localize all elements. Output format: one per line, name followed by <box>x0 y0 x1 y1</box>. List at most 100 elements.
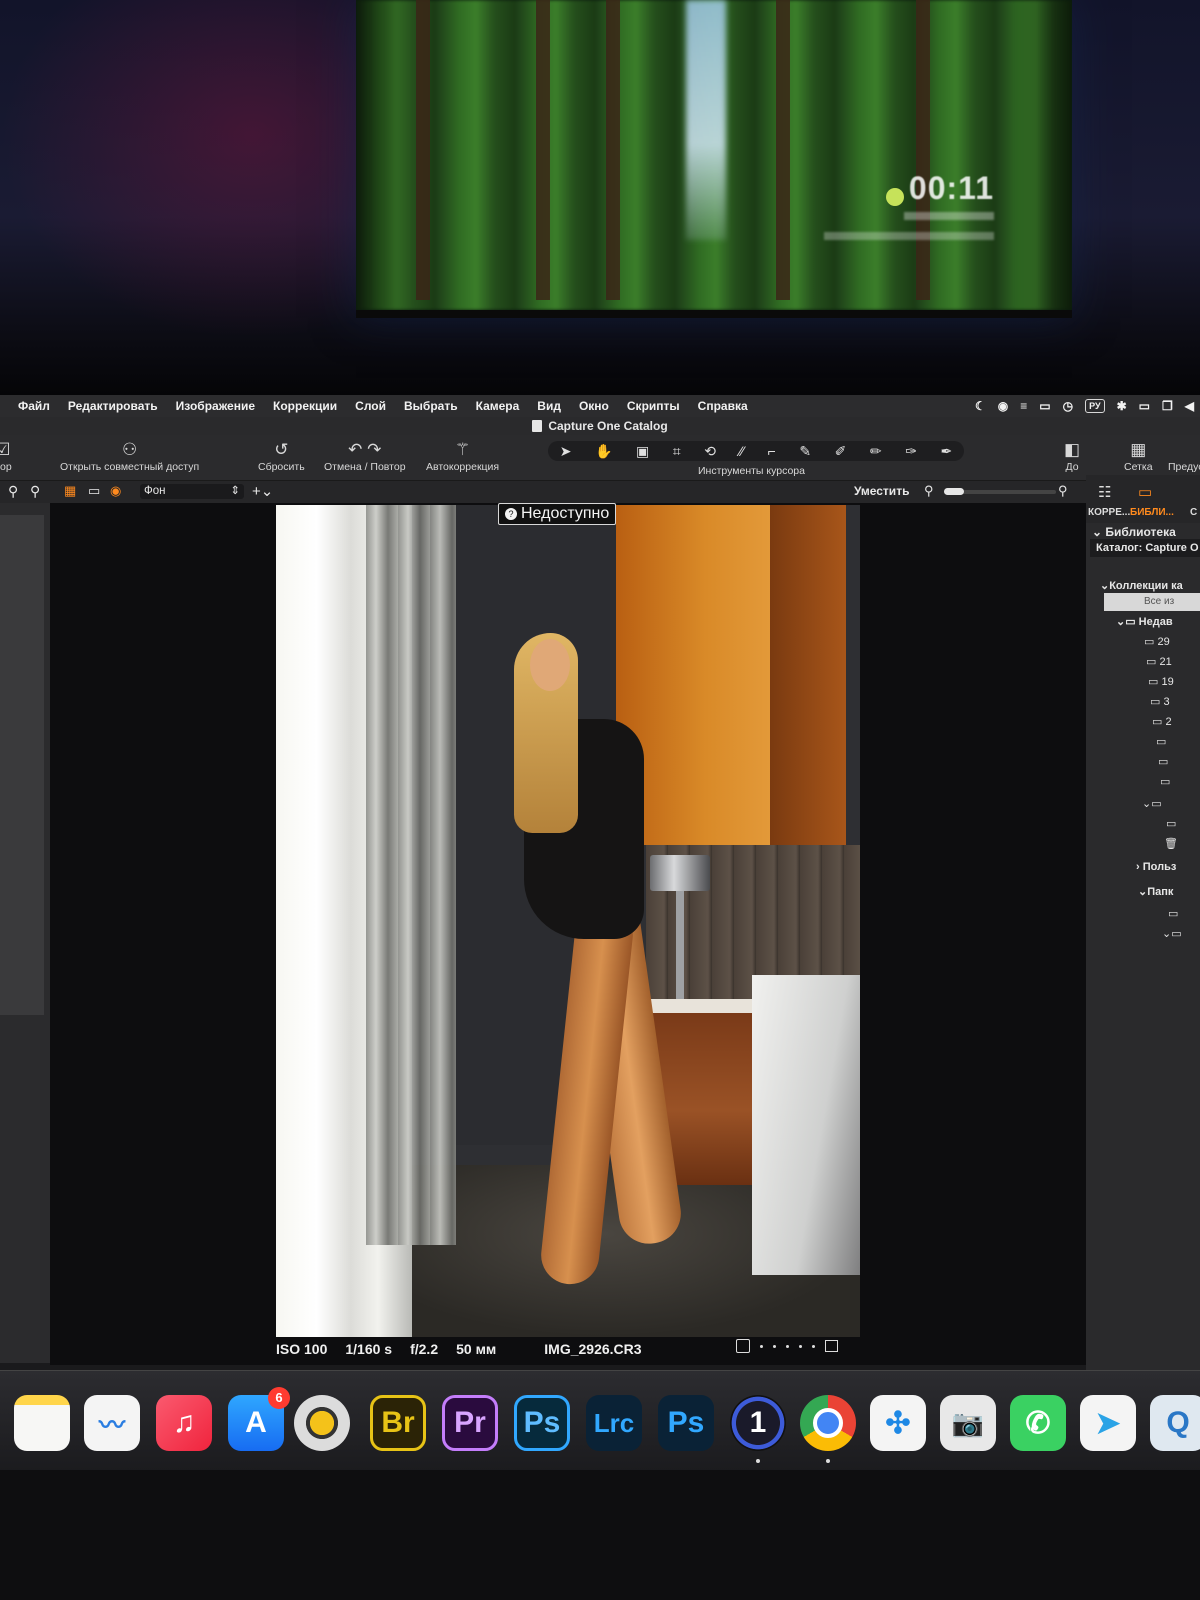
grid-button[interactable]: ▦ Сетка <box>1124 439 1153 473</box>
color-tag-checkbox[interactable] <box>736 1339 750 1353</box>
recent-row[interactable]: ⌄▭ Недав <box>1116 615 1173 628</box>
input-source[interactable]: РУ <box>1085 399 1105 413</box>
folder-item[interactable]: ▭ <box>1166 817 1176 830</box>
undo-redo-button[interactable]: ↶ ↷ Отмена / Повтор <box>324 439 406 473</box>
search-icon[interactable]: ⚲ <box>8 483 18 500</box>
recent-item[interactable]: ▭ 2 <box>1152 715 1172 728</box>
image-viewer[interactable]: ? Недоступно ISO 100 1/160 s f/2.2 50 мм … <box>50 503 1086 1365</box>
zoom-search-icon[interactable]: ⚲ <box>30 483 40 500</box>
mask-brush-icon[interactable]: ✏ <box>870 443 882 460</box>
trash-icon[interactable]: 🗑 <box>1164 837 1178 850</box>
collections-header[interactable]: ⌄Коллекции ка <box>1100 579 1183 592</box>
pan-hand-icon[interactable]: ✋ <box>595 443 612 460</box>
sliders-icon[interactable]: ☷ <box>1098 483 1111 501</box>
user-collections-row[interactable]: › Польз <box>1136 861 1176 873</box>
rating-dot[interactable] <box>760 1344 763 1348</box>
volume-icon[interactable]: ◀ <box>1185 399 1194 413</box>
play-icon[interactable]: ◉ <box>998 399 1008 413</box>
whatsapp-icon[interactable]: ✆ <box>1010 1395 1066 1451</box>
folders-row[interactable]: ⌄Папк <box>1138 885 1173 898</box>
menu-window[interactable]: Окно <box>570 399 618 413</box>
zoom-slider-knob[interactable] <box>944 488 964 495</box>
reset-button[interactable]: ↺ Сбросить <box>258 439 305 473</box>
multi-view-icon[interactable]: ▦ <box>64 483 76 499</box>
premiere-icon[interactable]: Pr <box>442 1395 498 1451</box>
list-icon[interactable] <box>825 1340 838 1352</box>
recent-item[interactable]: ▭ 19 <box>1148 675 1174 688</box>
quicktime-icon[interactable]: Q <box>1150 1395 1200 1451</box>
catalog-field[interactable]: Каталог: Capture O <box>1090 539 1200 557</box>
eraser-icon[interactable]: ✑ <box>905 443 917 460</box>
menu-edit[interactable]: Редактировать <box>59 399 167 413</box>
fit-zoom-label[interactable]: Уместить <box>854 484 909 498</box>
menu-image[interactable]: Изображение <box>167 399 264 413</box>
notes-icon[interactable] <box>14 1395 70 1451</box>
rotate-icon[interactable]: ⟲ <box>704 443 716 460</box>
rating-dot[interactable] <box>786 1344 789 1348</box>
music-icon[interactable]: ♫ <box>156 1395 212 1451</box>
bluetooth-icon[interactable]: ✱ <box>1117 399 1127 413</box>
drive-row[interactable]: ⌄▭ <box>1162 927 1182 940</box>
menu-select[interactable]: Выбрать <box>395 399 467 413</box>
rating-dot[interactable] <box>812 1344 815 1348</box>
crop-icon[interactable]: ⌗ <box>673 443 681 460</box>
tab-adjustments[interactable]: КОРРЕ... <box>1088 507 1130 518</box>
all-images-row[interactable]: Все из <box>1104 593 1200 611</box>
select-cursor-icon[interactable]: ➤ <box>560 443 572 460</box>
time-machine-icon[interactable]: ◷ <box>1063 399 1073 413</box>
preview-button[interactable]: Предус <box>1168 439 1200 473</box>
freeform-icon[interactable]: 〰 <box>84 1395 140 1451</box>
battery-icon[interactable]: ▭ <box>1139 399 1150 413</box>
picker-icon[interactable]: ⌐ <box>768 443 776 459</box>
display-icon[interactable]: ▭ <box>1039 399 1050 413</box>
gradient-icon[interactable]: ✒ <box>940 443 952 460</box>
keystone-icon[interactable]: ⁄⁄ <box>739 443 744 459</box>
menu-layer[interactable]: Слой <box>346 399 395 413</box>
recent-item[interactable]: ▭ <box>1160 775 1170 788</box>
menu-scripts[interactable]: Скрипты <box>618 399 689 413</box>
recent-item[interactable]: ▭ <box>1156 735 1166 748</box>
menu-file[interactable]: Файл <box>0 399 59 413</box>
capture-one-icon[interactable]: 1 <box>730 1395 786 1451</box>
viewed-photo[interactable] <box>276 505 860 1337</box>
zoom-in-icon[interactable]: ⚲ <box>1058 483 1068 499</box>
share-button[interactable]: ⚇ Открыть совместный доступ <box>60 439 199 473</box>
rating-dot[interactable] <box>773 1344 776 1348</box>
tab-library[interactable]: БИБЛИ... <box>1130 507 1174 518</box>
window-switcher-icon[interactable]: ❐ <box>1162 399 1173 413</box>
folder-group-row[interactable]: ⌄▭ <box>1142 797 1162 810</box>
chrome-icon[interactable] <box>800 1395 856 1451</box>
recent-item[interactable]: ▭ 29 <box>1144 635 1170 648</box>
image-capture-icon[interactable]: 📷 <box>940 1395 996 1451</box>
menu-help[interactable]: Справка <box>689 399 757 413</box>
before-button[interactable]: ◧ До <box>1064 439 1080 473</box>
single-view-icon[interactable]: ▭ <box>88 483 100 499</box>
telegram-icon[interactable]: ➤ <box>1080 1395 1136 1451</box>
compressor-icon[interactable] <box>294 1395 350 1451</box>
add-layer-icon[interactable]: +⌄ <box>252 482 273 500</box>
proof-view-icon[interactable]: ◉ <box>110 483 121 499</box>
import-button[interactable]: ☑ бор <box>0 439 12 473</box>
bridge-icon[interactable]: Br <box>370 1395 426 1451</box>
recent-item[interactable]: ▭ 3 <box>1150 695 1170 708</box>
recent-item[interactable]: ▭ 21 <box>1146 655 1172 668</box>
menu-adjustments[interactable]: Коррекции <box>264 399 346 413</box>
menu-camera[interactable]: Камера <box>467 399 529 413</box>
photoshop-icon[interactable]: Ps <box>514 1395 570 1451</box>
brush-icon[interactable]: ✐ <box>835 443 847 460</box>
loupe-icon[interactable]: ▣ <box>636 443 649 460</box>
zoom-out-icon[interactable]: ⚲ <box>924 483 934 499</box>
photoshop-beta-icon[interactable]: Ps <box>658 1395 714 1451</box>
autocorrect-button[interactable]: ⚚ Автокоррекция <box>426 439 499 473</box>
folder-item[interactable]: ▭ <box>1168 907 1178 920</box>
library-header[interactable]: ⌄ Библиотека <box>1092 525 1176 539</box>
lightroom-classic-icon[interactable]: Lrc <box>586 1395 642 1451</box>
layer-select[interactable]: Фон ⇕ <box>140 484 244 499</box>
recent-item[interactable]: ▭ <box>1158 755 1168 768</box>
safari-icon[interactable]: ✣ <box>870 1395 926 1451</box>
menu-view[interactable]: Вид <box>528 399 570 413</box>
rating-dot[interactable] <box>799 1344 802 1348</box>
stack-icon[interactable]: ≡ <box>1020 399 1027 413</box>
spot-icon[interactable]: ✎ <box>799 443 811 460</box>
folder-icon[interactable]: ▭ <box>1138 483 1152 501</box>
